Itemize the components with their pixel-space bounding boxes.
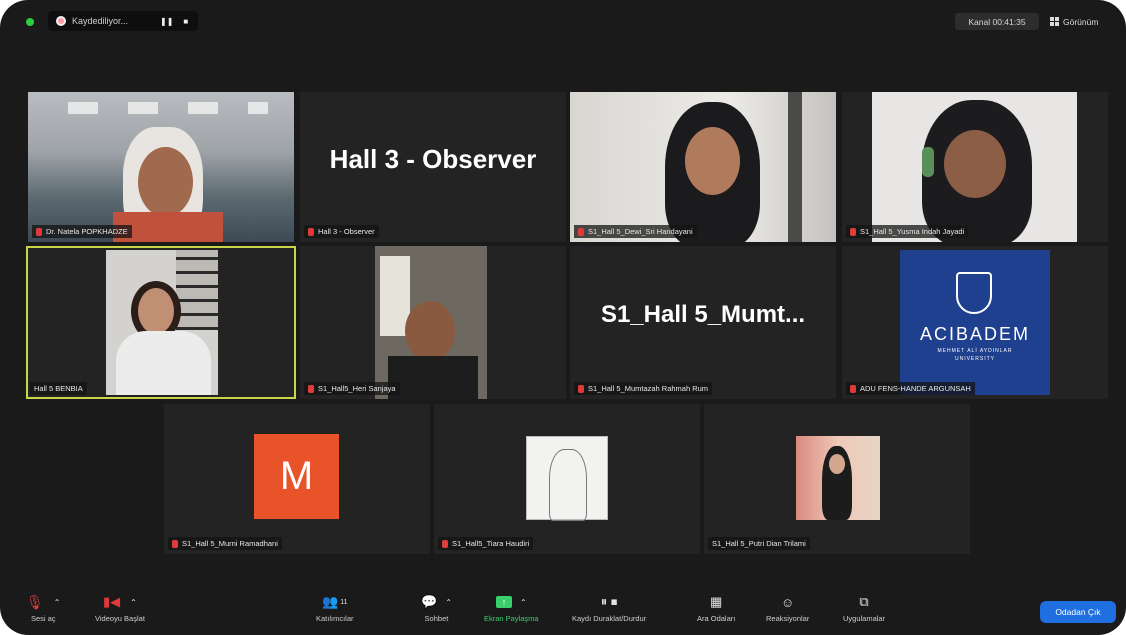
stair-rail [176, 250, 218, 330]
participant-face [685, 127, 740, 195]
start-video-label: Videoyu Başlat [95, 614, 145, 623]
participant-name: S1_Hall 5_Murni Ramadhani [168, 537, 282, 550]
participant-face [829, 454, 845, 474]
logo-title: ACIBADEM [919, 324, 1031, 344]
reactions-button[interactable]: ☺ Reaksiyonlar [766, 594, 810, 624]
participant-profile-image [526, 436, 608, 521]
logo-subtitle: MEHMET ALİ AYDINLAR [937, 348, 1013, 354]
participant-tile-active-speaker[interactable]: Hall 5 BENBIA [26, 246, 296, 399]
participant-name: S1_Hall 5_Putri Dian Trilami [708, 537, 810, 550]
participant-name: Dr. Natela POPKHADZE [32, 225, 132, 238]
participant-name: S1_Hall5_Heri Sanjaya [304, 382, 400, 395]
avatar: M [254, 434, 339, 519]
muted-mic-icon [308, 227, 314, 236]
microphone-off-icon: 🎙 ⌃ [26, 593, 61, 610]
pause-stop-recording-label: Kaydı Duraklat/Durdur [572, 614, 647, 623]
pause-stop-recording-button[interactable]: ⏸ ⏹ Kaydı Duraklat/Durdur [572, 594, 646, 623]
view-button[interactable]: Görünüm [1050, 13, 1098, 30]
participant-tile[interactable]: S1_Hall 5_Putri Dian Trilami [704, 404, 970, 554]
view-label: Görünüm [1063, 16, 1099, 27]
ceiling-lights [68, 102, 268, 114]
record-dot-icon [56, 16, 66, 26]
participants-button[interactable]: 👥 11 Katılımcılar [316, 594, 354, 623]
muted-mic-icon [850, 227, 856, 236]
participant-face [944, 130, 1006, 198]
muted-mic-icon [308, 384, 314, 393]
participant-tile[interactable]: ACIBADEM MEHMET ALİ AYDINLAR UNIVERSITY … [842, 246, 1108, 399]
share-screen-label: Ekran Paylaşma [484, 614, 539, 623]
apps-button[interactable]: ⧉ Uygulamalar [843, 594, 885, 623]
record-controls-icon: ⏸ ⏹ [600, 594, 618, 609]
participant-name: ADU FENS-HANDE ARGUNSAH [846, 382, 975, 395]
muted-mic-icon [578, 384, 584, 393]
participants-label: Katılımcılar [316, 614, 354, 623]
breakout-rooms-icon: ▦ [710, 594, 723, 609]
participant-name: S1_Hall 5_Yusma Indah Jayadi [846, 225, 969, 238]
recording-indicator: Kaydediliyor... ❚❚ ■ [48, 11, 198, 31]
apps-label: Uygulamalar [843, 614, 886, 623]
participant-name: S1_Hall 5_Dewi_Sri Handayani [574, 225, 697, 238]
top-bar: Kaydediliyor... ❚❚ ■ Kanal 00:41:35 Görü… [0, 0, 1126, 40]
unmute-label: Sesi aç [30, 614, 56, 623]
participant-tile[interactable]: Dr. Natela POPKHADZE [28, 92, 294, 242]
security-indicator-icon[interactable] [26, 18, 34, 26]
participant-face [405, 301, 455, 361]
crest-icon [956, 272, 992, 314]
unmute-button[interactable]: 🎙 ⌃ Sesi aç [26, 593, 61, 624]
door-frame [788, 92, 802, 242]
participant-display-text: Hall 3 - Observer [329, 143, 537, 174]
share-screen-icon: ↑ ⌃ [495, 594, 527, 610]
headset-icon [922, 147, 934, 177]
university-logo: ACIBADEM MEHMET ALİ AYDINLAR UNIVERSITY [900, 250, 1050, 395]
participant-tile[interactable]: S1_Hall 5_Dewi_Sri Handayani [570, 92, 836, 242]
meeting-toolbar: 🎙 ⌃ Sesi aç ▮◀ ⌃ Videoyu Başlat 👥 11 Katılı… [0, 588, 1126, 635]
muted-mic-icon [850, 384, 856, 393]
participant-name: Hall 5 BENBIA [30, 382, 87, 395]
camera-off-icon: ▮◀ ⌃ [103, 594, 137, 609]
participant-profile-image [796, 436, 880, 520]
meeting-window: Kaydediliyor... ❚❚ ■ Kanal 00:41:35 Görü… [0, 0, 1126, 635]
chat-label: Sohbet [424, 614, 449, 623]
reactions-label: Reaksiyonlar [766, 614, 810, 623]
chat-button[interactable]: 💬 ⌃ Sohbet [421, 594, 452, 623]
logo-subtitle-2: UNIVERSITY [954, 356, 995, 362]
participant-display-text: S1_Hall 5_Mumt... [600, 300, 806, 328]
participant-tile[interactable]: S1_Hall5_Tiara Haudiri [434, 404, 700, 554]
meeting-timer: Kanal 00:41:35 [955, 13, 1039, 30]
muted-mic-icon [442, 539, 448, 548]
participant-name: S1_Hall 5_Mumtazah Rahmah Rum [574, 382, 713, 395]
participants-count: 11 [340, 598, 348, 606]
muted-mic-icon [578, 227, 584, 236]
pause-recording-icon[interactable]: ❚❚ [160, 17, 173, 26]
participants-icon: 👥 11 [322, 594, 348, 609]
participant-tile[interactable]: S1_Hall 5_Yusma Indah Jayadi [842, 92, 1108, 242]
breakout-rooms-button[interactable]: ▦ Ara Odaları [697, 594, 735, 623]
avatar-letter: M [279, 454, 314, 498]
share-screen-button[interactable]: ↑ ⌃ Ekran Paylaşma [484, 594, 539, 623]
apps-icon: ⧉ [859, 594, 869, 609]
participant-name: Hall 3 - Observer [304, 225, 379, 238]
participant-tile[interactable]: M S1_Hall 5_Murni Ramadhani [164, 404, 430, 554]
participant-name: S1_Hall5_Tiara Haudiri [438, 537, 534, 550]
grid-view-icon [1050, 17, 1059, 26]
participant-sweater [116, 331, 211, 395]
leave-button[interactable]: Odadan Çık [1040, 601, 1116, 623]
reactions-icon: ☺ [781, 594, 795, 610]
muted-mic-icon [172, 539, 178, 548]
participant-tile[interactable]: S1_Hall5_Heri Sanjaya [300, 246, 566, 399]
participant-tile[interactable]: Hall 3 - Observer Hall 3 - Observer [300, 92, 566, 242]
participant-shirt [388, 356, 478, 399]
breakout-rooms-label: Ara Odaları [697, 614, 736, 623]
stop-recording-icon[interactable]: ■ [183, 17, 188, 26]
chat-icon: 💬 ⌃ [421, 594, 452, 609]
participant-face [138, 288, 174, 334]
recording-label: Kaydediliyor... [72, 16, 129, 26]
start-video-button[interactable]: ▮◀ ⌃ Videoyu Başlat [95, 594, 145, 623]
participant-face [138, 147, 193, 217]
muted-mic-icon [36, 227, 42, 236]
sketch-figure [549, 449, 587, 521]
participant-tile[interactable]: S1_Hall 5_Mumt... S1_Hall 5_Mumtazah Rah… [570, 246, 836, 399]
